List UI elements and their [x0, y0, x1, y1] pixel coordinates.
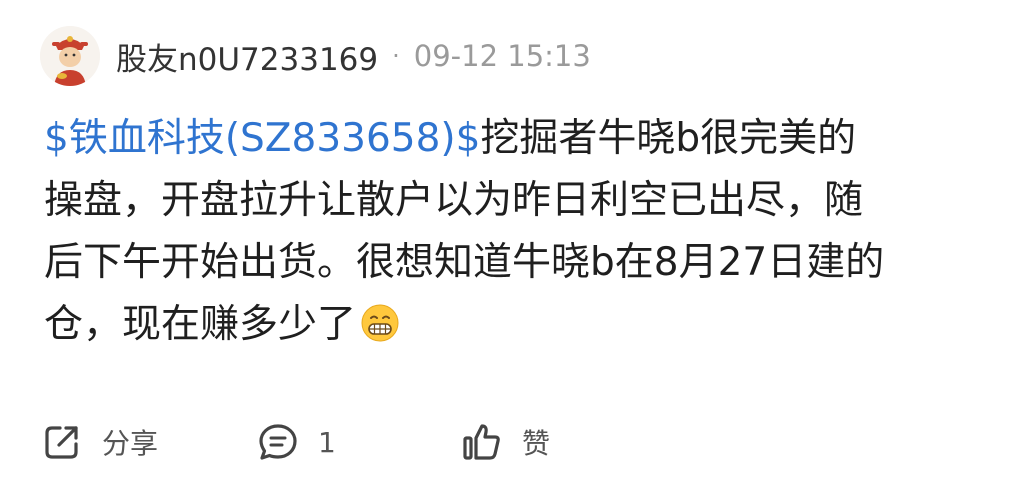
username[interactable]: 股友n0U7233169 — [116, 34, 378, 79]
comment-button[interactable]: 1 — [256, 420, 416, 464]
avatar-fortune-god-icon — [40, 26, 100, 86]
content-line-1: $铁血科技(SZ833658)$挖掘者牛晓b很完美的 — [44, 108, 994, 170]
comment-icon — [259, 424, 297, 460]
share-button[interactable]: 分享 — [40, 420, 250, 464]
share-label: 分享 — [102, 427, 159, 460]
content-line-2: 操盘，开盘拉升让散户以为昨日利空已出尽，随 — [44, 178, 864, 223]
post-header: 股友n0U7233169 · 09-12 15:13 — [40, 24, 591, 88]
post-timestamp: 09-12 15:13 — [413, 39, 591, 73]
user-avatar[interactable] — [40, 26, 100, 86]
post-content: $铁血科技(SZ833658)$挖掘者牛晓b很完美的 操盘，开盘拉升让散户以为昨… — [44, 108, 994, 356]
grimacing-face-icon — [361, 304, 399, 342]
post-actions-bar: 分享 1 赞 — [40, 418, 550, 466]
stock-tag-link[interactable]: $铁血科技(SZ833658)$ — [44, 116, 480, 161]
content-line-4: 仓，现在赚多少了 — [44, 294, 994, 356]
like-button[interactable]: 赞 — [460, 420, 550, 464]
content-text-1: 挖掘者牛晓b很完美的 — [480, 116, 857, 161]
comment-count: 1 — [318, 425, 336, 459]
meta-separator: · — [392, 42, 400, 70]
thumbs-up-icon — [463, 424, 500, 460]
like-label: 赞 — [522, 427, 551, 460]
content-line-3: 后下午开始出货。很想知道牛晓b在8月27日建的 — [44, 240, 885, 285]
share-icon — [45, 426, 78, 459]
content-text-4: 仓，现在赚多少了 — [44, 302, 357, 347]
